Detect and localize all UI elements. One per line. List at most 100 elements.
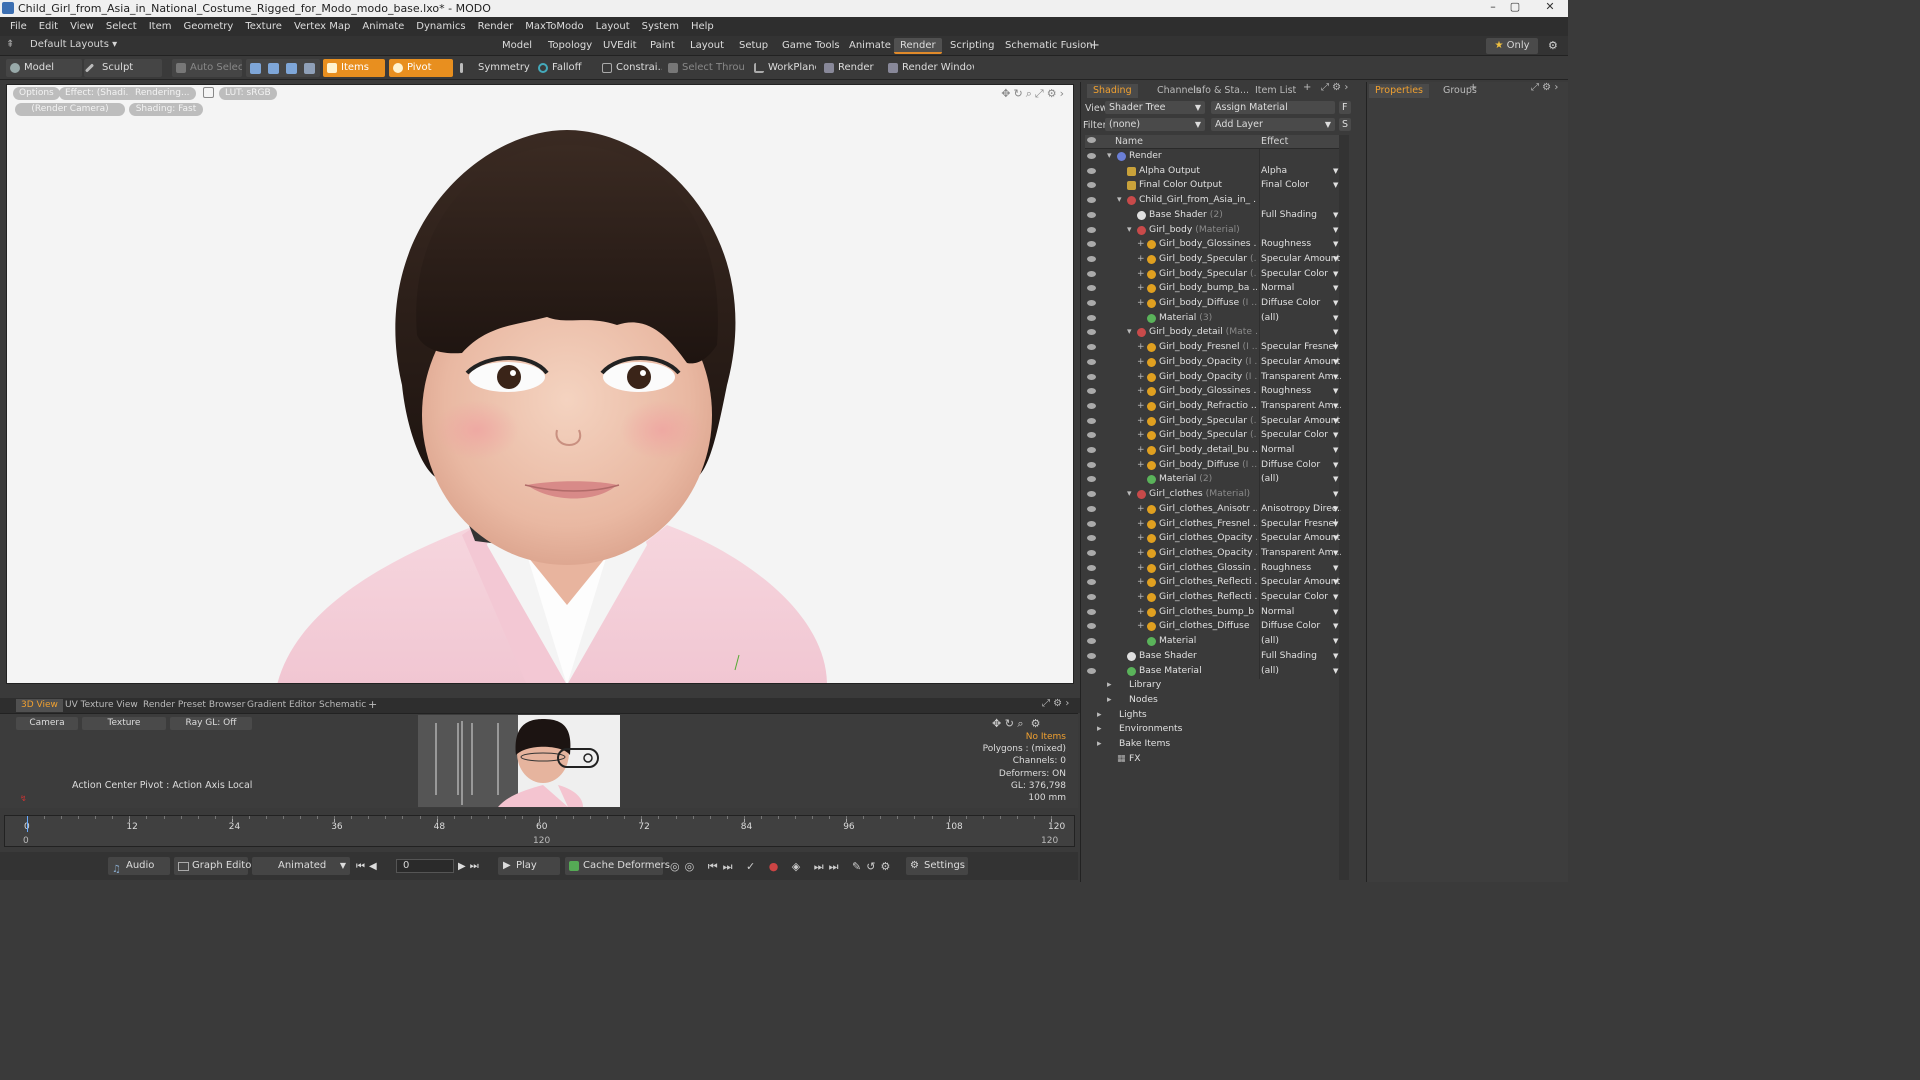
only-toggle[interactable]: ★ Only: [1486, 38, 1538, 54]
chevron-down-icon[interactable]: ▼: [1333, 649, 1338, 664]
layer-effect[interactable]: Diffuse Color: [1261, 458, 1341, 473]
expand-plus-icon[interactable]: +: [1137, 605, 1145, 620]
render-window-button[interactable]: Render Window: [884, 59, 974, 77]
chevron-down-icon[interactable]: ▼: [1333, 340, 1338, 355]
layer-effect[interactable]: (all): [1261, 664, 1341, 679]
menu-texture[interactable]: Texture: [239, 21, 288, 32]
visibility-eye-icon[interactable]: [1087, 476, 1096, 483]
viewport-lut-button[interactable]: LUT: sRGB: [219, 87, 277, 100]
visibility-eye-icon[interactable]: [1087, 167, 1096, 174]
menu-render[interactable]: Render: [472, 21, 520, 32]
add-layout-tab-button[interactable]: +: [1089, 38, 1100, 53]
chevron-down-icon[interactable]: ▼: [1333, 355, 1338, 370]
items-mode-button[interactable]: Items: [323, 59, 385, 77]
visibility-eye-icon[interactable]: [1087, 300, 1096, 306]
bottom-tab-gradient-editor[interactable]: Gradient Editor: [242, 699, 321, 712]
visibility-eye-icon[interactable]: [1087, 314, 1096, 321]
visibility-eye-icon[interactable]: [1087, 285, 1096, 292]
chevron-down-icon[interactable]: ▼: [1333, 546, 1338, 561]
layout-tab-animate[interactable]: Animate: [843, 38, 897, 54]
expand-arrow-icon[interactable]: ▾: [1127, 325, 1132, 340]
layout-tab-paint[interactable]: Paint: [644, 38, 681, 54]
visibility-eye-icon[interactable]: [1087, 608, 1096, 615]
visibility-eye-icon[interactable]: [1087, 638, 1096, 645]
shader-tree-row[interactable]: + Girl_clothes_Opacity ... Specular Amount…: [1087, 531, 1341, 546]
layer-effect[interactable]: Specular Amount: [1261, 531, 1341, 546]
chevron-down-icon[interactable]: ▼: [1333, 575, 1338, 590]
menu-geometry[interactable]: Geometry: [177, 21, 239, 32]
chevron-down-icon[interactable]: ▼: [1333, 252, 1338, 267]
current-frame-field[interactable]: 0: [396, 859, 454, 873]
visibility-eye-icon[interactable]: [1087, 491, 1096, 498]
chevron-down-icon[interactable]: ▼: [1333, 472, 1338, 487]
chevron-down-icon[interactable]: ▼: [1333, 267, 1338, 282]
layout-tab-setup[interactable]: Setup: [733, 38, 774, 54]
shader-tree-row[interactable]: + Girl_body_Diffuse (I ... Diffuse Color▼: [1087, 296, 1339, 311]
layout-tab-layout[interactable]: Layout: [684, 38, 730, 54]
shader-tree-row[interactable]: ▾ Girl_clothes (Material) ▼: [1087, 487, 1339, 502]
visibility-eye-icon[interactable]: [1087, 329, 1096, 336]
shader-tree-row[interactable]: ▾ Girl_body (Material) ▼: [1087, 223, 1339, 238]
shader-tree-row[interactable]: Material (all) ▼: [1087, 634, 1339, 649]
shader-tree-row[interactable]: Material (3) (all) ▼: [1087, 311, 1339, 326]
bottom-tab-uv-texture-view[interactable]: UV Texture View: [60, 699, 143, 712]
chevron-down-icon[interactable]: ▼: [1333, 237, 1338, 252]
layer-effect[interactable]: Roughness: [1261, 237, 1341, 252]
visibility-eye-icon[interactable]: [1087, 432, 1096, 439]
layer-effect[interactable]: Anisotropy Direc...: [1261, 502, 1341, 517]
menu-help[interactable]: Help: [685, 21, 720, 32]
vertex-select-icon[interactable]: [250, 63, 261, 74]
shader-tree-row[interactable]: + Girl_clothes_Fresnel ... Specular Fresne…: [1087, 517, 1339, 532]
layer-effect[interactable]: Diffuse Color: [1261, 619, 1341, 634]
visibility-eye-icon[interactable]: [1087, 417, 1096, 424]
layer-effect[interactable]: (all): [1261, 634, 1341, 649]
layer-effect[interactable]: Final Color: [1261, 178, 1341, 193]
expand-arrow-icon[interactable]: ▸: [1097, 737, 1102, 752]
visibility-eye-icon[interactable]: [1087, 270, 1096, 277]
visibility-eye-icon[interactable]: [1087, 241, 1096, 248]
viewport-rendering-button[interactable]: Rendering...: [129, 87, 196, 100]
shader-tree-row[interactable]: ▾ Render: [1087, 149, 1339, 164]
cache-deformers-button[interactable]: Cache Deformers: [565, 857, 670, 875]
falloff-button[interactable]: Falloff: [534, 59, 594, 77]
view-more-icon[interactable]: ›: [1060, 87, 1067, 100]
expand-plus-icon[interactable]: +: [1137, 252, 1145, 267]
sculpt-mode-button[interactable]: Sculpt: [84, 59, 162, 77]
add-properties-tab-button[interactable]: +: [1469, 82, 1477, 93]
shader-tree-row[interactable]: + Girl_clothes_Anisotr ... Anisotropy Dire…: [1087, 502, 1341, 517]
visibility-eye-icon[interactable]: [1087, 579, 1096, 586]
menu-layout[interactable]: Layout: [590, 21, 636, 32]
maximize-view-icon[interactable]: ⤢: [1035, 87, 1047, 100]
visibility-eye-icon[interactable]: [1087, 373, 1096, 380]
texture-dropdown[interactable]: Texture: [82, 717, 166, 730]
expand-arrow-icon[interactable]: ▾: [1127, 487, 1132, 502]
menu-item[interactable]: Item: [143, 21, 178, 32]
shader-tree-row[interactable]: + Girl_clothes_Opacity ... Transparent Am …: [1087, 546, 1341, 561]
shader-tree-row[interactable]: ▦ FX: [1087, 752, 1339, 767]
expand-plus-icon[interactable]: +: [1137, 443, 1145, 458]
keyframe-tools-icons[interactable]: ◎◎ ⏮⏭ ✓ ● ◈ ⏭⏭ ✎↺⚙: [670, 860, 895, 874]
play-button[interactable]: ▶ Play: [498, 857, 560, 875]
visibility-eye-icon[interactable]: [1087, 182, 1096, 189]
shader-tree-row[interactable]: + Girl_body_Specular (... Specular Amount▼: [1087, 252, 1341, 267]
chevron-down-icon[interactable]: ▼: [1333, 664, 1338, 679]
shader-tree-row[interactable]: ▾ Girl_body_detail (Mate ... ▼: [1087, 325, 1339, 340]
expand-plus-icon[interactable]: +: [1137, 296, 1145, 311]
chevron-down-icon[interactable]: ▼: [1333, 531, 1338, 546]
bottom-tab-3d-view[interactable]: 3D View: [16, 699, 63, 712]
view-settings-icon[interactable]: ⚙: [1047, 87, 1060, 100]
shader-tree-row[interactable]: + Girl_body_Opacity (I ... Specular Amount…: [1087, 355, 1340, 370]
menu-maxtomodo[interactable]: MaxToModo: [519, 21, 589, 32]
shader-tree-row[interactable]: Material (2) (all) ▼: [1087, 472, 1339, 487]
visibility-eye-icon[interactable]: [1087, 505, 1096, 512]
visibility-eye-icon[interactable]: [1087, 535, 1096, 542]
chevron-down-icon[interactable]: ▼: [1333, 428, 1338, 443]
shader-tree-row[interactable]: + Girl_clothes_Glossin ... Roughness ▼: [1087, 561, 1339, 576]
layer-effect[interactable]: Specular Amount: [1261, 252, 1341, 267]
expand-arrow-icon[interactable]: ▸: [1107, 693, 1112, 708]
shader-tree-row[interactable]: ▸ Environments: [1087, 722, 1339, 737]
viewport-camera-button[interactable]: (Render Camera): [15, 103, 125, 116]
shader-tree-row[interactable]: + Girl_body_detail_bu ... Normal ▼: [1087, 443, 1339, 458]
visibility-eye-icon[interactable]: [1087, 520, 1096, 527]
constraints-button[interactable]: Constrai...: [598, 59, 662, 77]
